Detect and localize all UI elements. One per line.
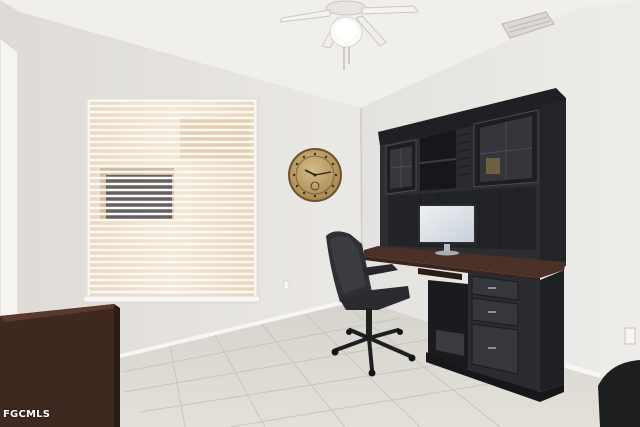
room-illustration <box>0 0 640 427</box>
window-blinds <box>83 96 261 304</box>
wall-outlet-left <box>283 280 290 290</box>
watermark-text: FGCMLS <box>3 409 51 420</box>
wall-clock-icon <box>288 148 342 202</box>
room-photo: FGCMLS <box>0 0 640 427</box>
door-frame <box>0 37 19 321</box>
wall-outlet <box>624 327 636 345</box>
